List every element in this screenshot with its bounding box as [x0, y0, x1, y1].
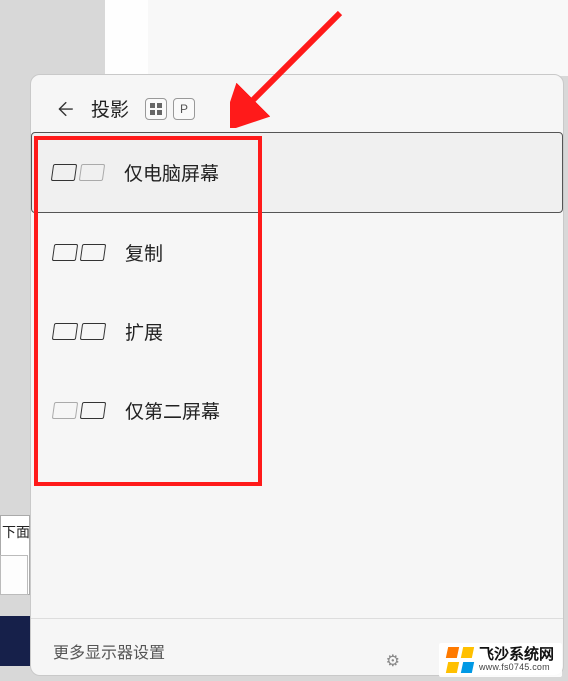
- windows-key-icon: [145, 98, 167, 120]
- background-label: 下面: [2, 522, 30, 542]
- screen-on-icon: [80, 402, 106, 419]
- project-option-label: 仅电脑屏幕: [124, 159, 219, 186]
- more-display-settings-link[interactable]: 更多显示器设置: [53, 645, 165, 662]
- screen-off-icon: [52, 402, 78, 419]
- background-window-fragment-2: [148, 0, 568, 76]
- project-option-duplicate[interactable]: 复制: [31, 213, 563, 292]
- project-option-pc-screen-only[interactable]: 仅电脑屏幕: [31, 132, 563, 213]
- project-option-icon: [53, 244, 105, 261]
- project-option-label: 仅第二屏幕: [125, 397, 220, 424]
- screen-on-icon: [52, 323, 78, 340]
- project-option-label: 扩展: [125, 318, 163, 345]
- screen-on-icon: [52, 244, 78, 261]
- project-option-extend[interactable]: 扩展: [31, 292, 563, 371]
- project-option-icon: [53, 402, 105, 419]
- watermark-url: www.fs0745.com: [479, 663, 554, 673]
- screen-on-icon: [80, 244, 106, 261]
- watermark: 飞沙系统网 www.fs0745.com: [439, 643, 562, 677]
- shortcut-hint: P: [145, 98, 195, 120]
- screen-on-icon: [51, 164, 77, 181]
- panel-title: 投影: [91, 95, 129, 122]
- project-option-second-screen-only[interactable]: 仅第二屏幕: [31, 371, 563, 450]
- background-dark-bar: [0, 616, 30, 666]
- background-inner-fragment: [0, 555, 28, 595]
- watermark-logo-icon: [447, 647, 473, 673]
- gear-icon: ⚙: [386, 651, 400, 671]
- project-option-label: 复制: [125, 239, 163, 266]
- project-option-icon: [53, 323, 105, 340]
- p-key-icon: P: [173, 98, 195, 120]
- screen-on-icon: [80, 323, 106, 340]
- back-icon[interactable]: [53, 98, 75, 120]
- panel-header: 投影 P: [31, 75, 563, 132]
- watermark-title: 飞沙系统网: [479, 647, 554, 664]
- project-option-icon: [52, 164, 104, 181]
- screen-off-icon: [79, 164, 105, 181]
- project-panel: 投影 P 仅电脑屏幕 复制 扩展: [30, 74, 564, 676]
